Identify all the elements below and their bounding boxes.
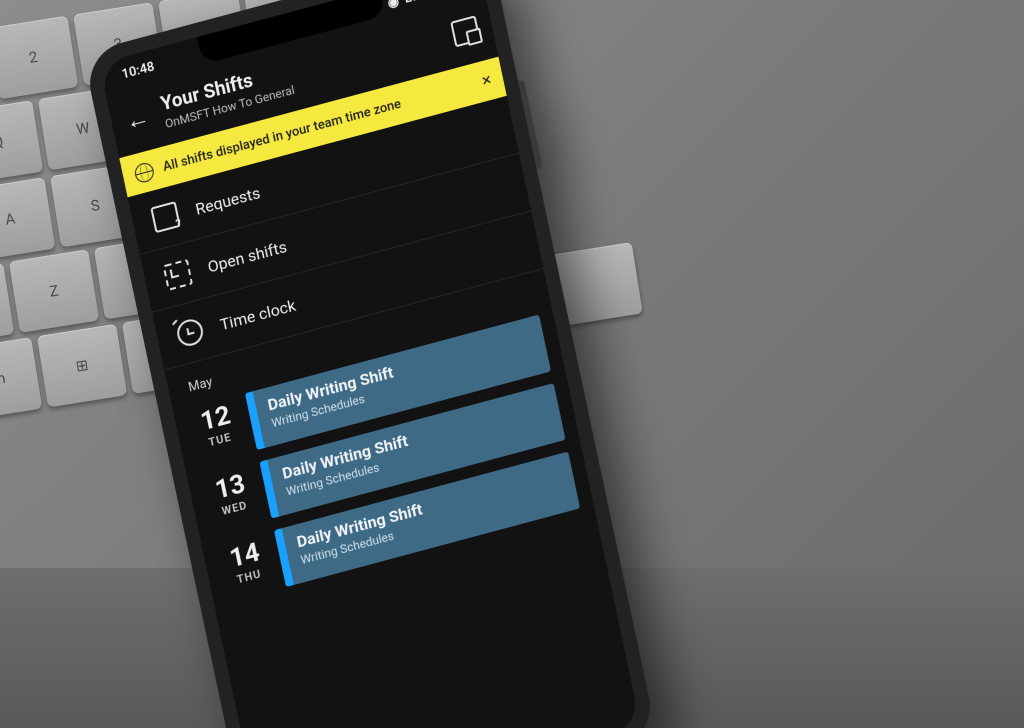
open-shifts-icon: [163, 259, 194, 291]
keycap: Z: [9, 249, 99, 333]
menu-label: Requests: [194, 183, 262, 219]
shift-date: 14 THU: [208, 530, 286, 604]
calendar-action-icon[interactable]: [450, 15, 481, 47]
keycap: Fn: [0, 337, 42, 421]
keycap: A: [0, 177, 55, 261]
globe-icon: [133, 160, 155, 184]
requests-icon: [150, 201, 181, 233]
photo-scene: ` 1 2 3 4 5 6 7 Tab Q W E R T Y Caps A S…: [0, 0, 1024, 728]
time-clock-icon: [175, 316, 206, 348]
menu-label: Time clock: [218, 295, 297, 334]
shift-date: 12 TUE: [179, 393, 257, 467]
menu-label: Open shifts: [206, 236, 289, 276]
network-label: LTE: [403, 0, 426, 6]
banner-close-button[interactable]: ×: [480, 70, 493, 92]
keycap: 2: [0, 16, 78, 100]
eye-icon: ◉: [386, 0, 400, 11]
keycap: ⊞: [37, 324, 127, 408]
status-time: 10:48: [120, 59, 155, 82]
back-button[interactable]: ←: [123, 104, 151, 134]
shift-date: 13 WED: [194, 462, 272, 536]
keycap: Q: [0, 100, 43, 184]
